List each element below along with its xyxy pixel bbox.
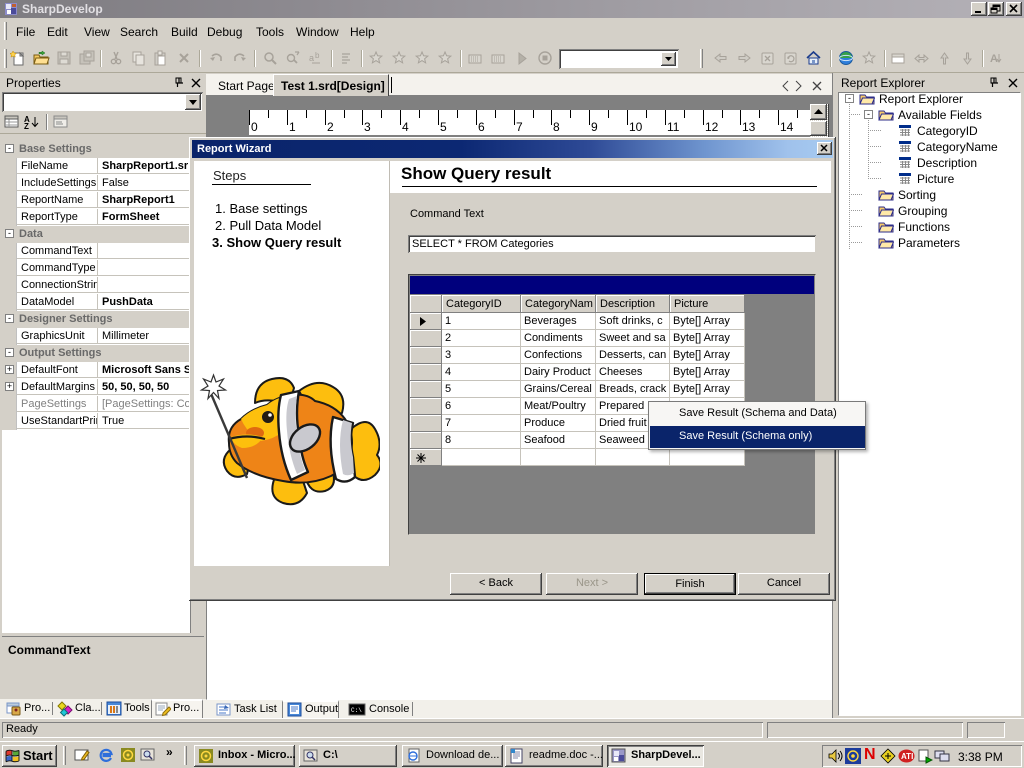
svg-text:C:\: C:\: [351, 707, 362, 714]
svg-text:b: b: [315, 51, 320, 60]
svg-text:a: a: [309, 53, 314, 63]
svg-text:A: A: [990, 53, 998, 65]
svg-text:ATI: ATI: [901, 752, 913, 761]
svg-text:Z: Z: [24, 122, 29, 130]
